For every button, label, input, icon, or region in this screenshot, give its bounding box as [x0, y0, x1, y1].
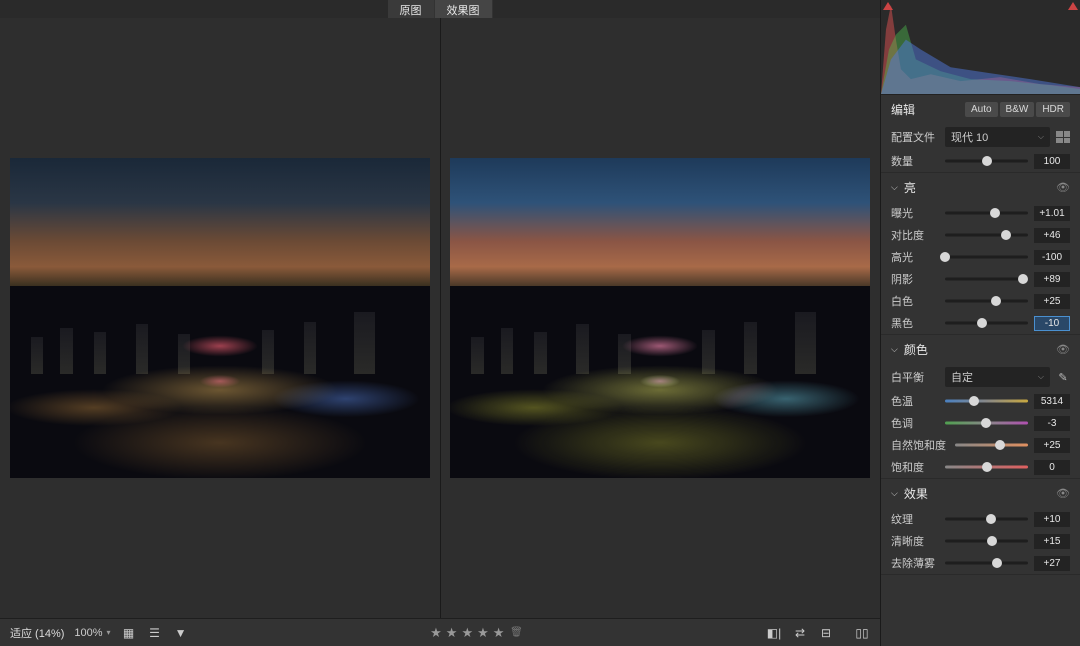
- zoom-select[interactable]: 100%▾: [74, 627, 110, 639]
- exposure-slider[interactable]: [945, 206, 1028, 220]
- blacks-slider[interactable]: [945, 316, 1028, 330]
- contrast-value[interactable]: +46: [1034, 228, 1070, 243]
- wb-label: 白平衡: [891, 369, 939, 385]
- chevron-down-icon: ⌵: [891, 182, 898, 193]
- chevron-down-icon: ⌵: [891, 344, 898, 355]
- eye-icon[interactable]: 👁: [1056, 181, 1070, 194]
- texture-slider[interactable]: [945, 512, 1028, 526]
- temp-value[interactable]: 5314: [1034, 394, 1070, 409]
- profile-label: 配置文件: [891, 129, 939, 145]
- clarity-slider[interactable]: [945, 534, 1028, 548]
- tint-value[interactable]: -3: [1034, 416, 1070, 431]
- profile-select[interactable]: 现代 10⌵: [945, 127, 1050, 147]
- eyedropper-icon[interactable]: ✎: [1056, 371, 1070, 384]
- dehaze-slider[interactable]: [945, 556, 1028, 570]
- histogram[interactable]: [881, 0, 1080, 95]
- wb-select[interactable]: 自定⌵: [945, 367, 1050, 387]
- whites-value[interactable]: +25: [1034, 294, 1070, 309]
- light-header[interactable]: ⌵ 亮 👁: [881, 173, 1080, 202]
- tint-slider[interactable]: [945, 416, 1028, 430]
- color-header[interactable]: ⌵ 颜色 👁: [881, 335, 1080, 364]
- exposure-value[interactable]: +1.01: [1034, 206, 1070, 221]
- star-icon[interactable]: ★: [430, 625, 442, 641]
- highlights-value[interactable]: -100: [1034, 250, 1070, 265]
- photo-effect: [450, 158, 870, 478]
- filter-icon[interactable]: ▼: [173, 625, 189, 641]
- bottom-toolbar: 适应 (14%) 100%▾ ▦ ☰ ▼ ★ ★ ★ ★ ★ 🗑 ◧| ⇄ ⊟ …: [0, 618, 880, 646]
- saturation-slider[interactable]: [945, 460, 1028, 474]
- chevron-down-icon: ▾: [107, 628, 111, 637]
- photo-original: [10, 158, 430, 478]
- star-icon[interactable]: ★: [493, 625, 505, 641]
- trash-icon[interactable]: 🗑: [508, 625, 524, 641]
- amount-slider[interactable]: [945, 154, 1028, 168]
- pane-original[interactable]: [0, 18, 440, 618]
- grid-icon[interactable]: ▦: [121, 625, 137, 641]
- rating-stars[interactable]: ★ ★ ★ ★ ★ 🗑: [430, 625, 524, 641]
- auto-button[interactable]: Auto: [965, 102, 998, 117]
- shadows-slider[interactable]: [945, 272, 1028, 286]
- hdr-button[interactable]: HDR: [1036, 102, 1070, 117]
- vibrance-value[interactable]: +25: [1034, 438, 1070, 453]
- fit-label[interactable]: 适应 (14%): [10, 625, 64, 641]
- contrast-slider[interactable]: [945, 228, 1028, 242]
- single-view-icon[interactable]: ▯▯: [854, 625, 870, 641]
- star-icon[interactable]: ★: [477, 625, 489, 641]
- profile-grid-icon[interactable]: [1056, 131, 1070, 143]
- tab-original[interactable]: 原图: [388, 0, 435, 18]
- vibrance-slider[interactable]: [955, 438, 1028, 452]
- highlight-clip-icon[interactable]: [1068, 2, 1078, 10]
- swap-icon[interactable]: ⇄: [792, 625, 808, 641]
- saturation-value[interactable]: 0: [1034, 460, 1070, 475]
- temp-slider[interactable]: [945, 394, 1028, 408]
- levels-icon[interactable]: ☰: [147, 625, 163, 641]
- clarity-value[interactable]: +15: [1034, 534, 1070, 549]
- amount-label: 数量: [891, 153, 939, 169]
- texture-value[interactable]: +10: [1034, 512, 1070, 527]
- star-icon[interactable]: ★: [446, 625, 458, 641]
- eye-icon[interactable]: 👁: [1056, 343, 1070, 356]
- edit-title: 编辑: [891, 101, 959, 118]
- compare-split-icon[interactable]: ◧|: [766, 625, 782, 641]
- highlights-slider[interactable]: [945, 250, 1028, 264]
- star-icon[interactable]: ★: [461, 625, 473, 641]
- bw-button[interactable]: B&W: [1000, 102, 1035, 117]
- chevron-down-icon: ⌵: [891, 488, 898, 499]
- chevron-down-icon: ⌵: [1038, 132, 1044, 142]
- effects-header[interactable]: ⌵ 效果 👁: [881, 479, 1080, 508]
- compare-stack-icon[interactable]: ⊟: [818, 625, 834, 641]
- compare-tabs: 原图 效果图: [0, 0, 880, 18]
- edit-sidebar: 编辑 Auto B&W HDR 配置文件 现代 10⌵ 数量 100 ⌵ 亮 👁…: [880, 0, 1080, 646]
- image-viewer: [0, 18, 880, 618]
- eye-icon[interactable]: 👁: [1056, 487, 1070, 500]
- blacks-value[interactable]: -10: [1034, 316, 1070, 331]
- dehaze-value[interactable]: +27: [1034, 556, 1070, 571]
- chevron-down-icon: ⌵: [1038, 372, 1044, 382]
- shadow-clip-icon[interactable]: [883, 2, 893, 10]
- tab-effect[interactable]: 效果图: [435, 0, 493, 18]
- shadows-value[interactable]: +89: [1034, 272, 1070, 287]
- pane-effect[interactable]: [440, 18, 881, 618]
- amount-value[interactable]: 100: [1034, 154, 1070, 169]
- whites-slider[interactable]: [945, 294, 1028, 308]
